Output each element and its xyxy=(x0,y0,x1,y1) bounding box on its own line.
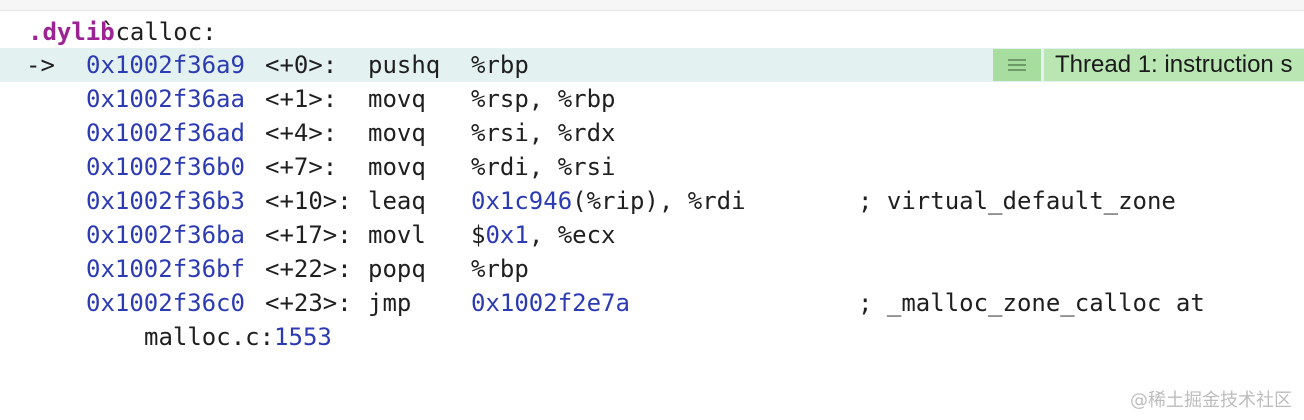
instruction-operands: %rbp xyxy=(471,51,529,79)
instruction-operands: %rbp xyxy=(471,255,529,283)
source-line: 1553 xyxy=(274,323,332,351)
instruction-operands: %rsp, %rbp xyxy=(471,85,616,113)
instruction-row[interactable]: -> 0x1002f36a9 <+0>: pushq %rbp xyxy=(0,48,529,82)
symbol-name: `calloc: xyxy=(101,18,217,46)
instruction-operands: %rdi, %rsi xyxy=(471,153,616,181)
instruction-offset: <+10>: xyxy=(265,187,352,215)
thread-stop-badge[interactable]: Thread 1: instruction s xyxy=(1044,49,1304,81)
instruction-offset: <+7>: xyxy=(265,153,338,181)
instruction-offset: <+22>: xyxy=(265,255,352,283)
operand-rest: (%rip), %rdi xyxy=(572,187,746,215)
instruction-operands: %rsi, %rdx xyxy=(471,119,616,147)
instruction-mnemonic: jmp xyxy=(368,289,412,317)
instruction-row[interactable]: 0x1002f36ad <+4>: movq %rsi, %rdx xyxy=(0,116,616,150)
instruction-offset: <+1>: xyxy=(265,85,338,113)
editor-top-edge xyxy=(0,0,1304,11)
instruction-offset: <+0>: xyxy=(265,51,338,79)
symbol-header: .dylib `calloc: xyxy=(0,15,217,49)
instruction-address: 0x1002f36aa xyxy=(86,85,245,113)
instruction-mnemonic: popq xyxy=(368,255,426,283)
operand-prefix: $ xyxy=(471,221,486,249)
instruction-operands: 0x1c946(%rip), %rdi xyxy=(471,184,746,218)
instruction-address: 0x1002f36ad xyxy=(86,119,245,147)
instruction-comment: ; _malloc_zone_calloc at xyxy=(858,289,1205,317)
operand-literal: 0x1 xyxy=(485,221,529,249)
thread-badge-toggle[interactable] xyxy=(993,49,1041,81)
instruction-address: 0x1002f36ba xyxy=(86,221,245,249)
instruction-row[interactable]: 0x1002f36ba <+17>: movl $0x1, %ecx xyxy=(0,218,616,252)
operand-literal: 0x1c946 xyxy=(471,187,573,215)
pc-arrow-indicator: -> xyxy=(26,51,55,79)
instruction-operand-literal: 0x1002f2e7a xyxy=(471,289,630,317)
instruction-comment: ; virtual_default_zone xyxy=(858,187,1176,215)
instruction-mnemonic: movq xyxy=(368,119,426,147)
instruction-row[interactable]: 0x1002f36c0 <+23>: jmp 0x1002f2e7a ; _ma… xyxy=(0,286,1205,320)
instruction-address: 0x1002f36c0 xyxy=(86,289,245,317)
instruction-address: 0x1002f36bf xyxy=(86,255,245,283)
instruction-address: 0x1002f36a9 xyxy=(86,51,245,79)
instruction-mnemonic: pushq xyxy=(368,51,441,79)
instruction-address: 0x1002f36b3 xyxy=(86,187,245,215)
instruction-mnemonic: movq xyxy=(368,85,426,113)
instruction-offset: <+17>: xyxy=(265,221,352,249)
instruction-operands: $0x1, %ecx xyxy=(471,218,616,252)
instruction-mnemonic: movl xyxy=(368,221,426,249)
source-file: malloc.c: xyxy=(144,323,275,351)
instruction-row[interactable]: 0x1002f36b0 <+7>: movq %rdi, %rsi xyxy=(0,150,616,184)
operand-rest: , %ecx xyxy=(528,221,616,249)
instruction-row[interactable]: 0x1002f36aa <+1>: movq %rsp, %rbp xyxy=(0,82,616,116)
comment-continuation: malloc.c:1553 xyxy=(0,320,332,354)
instruction-mnemonic: movq xyxy=(368,153,426,181)
source-location: malloc.c:1553 xyxy=(144,320,332,354)
instruction-mnemonic: leaq xyxy=(368,187,426,215)
instruction-offset: <+23>: xyxy=(265,289,352,317)
instruction-address: 0x1002f36b0 xyxy=(86,153,245,181)
watermark: @稀土掘金技术社区 xyxy=(1130,390,1292,411)
instruction-row[interactable]: 0x1002f36bf <+22>: popq %rbp xyxy=(0,252,529,286)
instruction-row[interactable]: 0x1002f36b3 <+10>: leaq 0x1c946(%rip), %… xyxy=(0,184,1176,218)
instruction-offset: <+4>: xyxy=(265,119,338,147)
lines-icon xyxy=(1008,59,1026,71)
